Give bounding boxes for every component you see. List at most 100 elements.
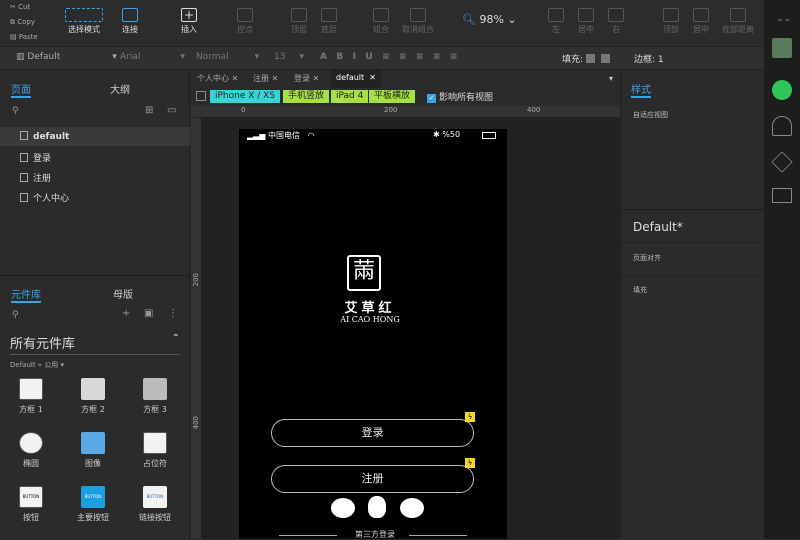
widget-ellipse[interactable]: 椭圆 — [6, 432, 56, 469]
widget-box-3[interactable]: 方框 3 — [130, 378, 180, 415]
view-iphone-x[interactable]: iPhone X / XS — [210, 90, 281, 103]
add-page-icon[interactable]: ⊞ — [145, 105, 153, 116]
chevron-down-icon: ▾ — [254, 52, 260, 62]
distribute-bottom-button[interactable]: 底部距离 — [718, 8, 758, 35]
collapse-icon[interactable]: ⌄⌄ — [776, 14, 791, 24]
align-center-button[interactable]: 居中 — [573, 8, 599, 35]
wechat-icon[interactable] — [331, 498, 355, 518]
view-ipad-4[interactable]: iPad 4 — [331, 90, 369, 103]
group-label: 组合 — [373, 25, 389, 34]
insert-button[interactable]: + 插入 — [174, 8, 204, 35]
bring-top-icon — [291, 8, 307, 22]
align-middle-button[interactable]: 居中 — [688, 8, 714, 35]
format-bar: ▥ Default ▾ Arial ▾ Normal ▾ 13 ▾ A B I U ≡ … — [0, 46, 764, 70]
widget-box-2[interactable]: 方框 2 — [68, 378, 118, 415]
tabs-menu-icon[interactable]: ▾ — [609, 74, 613, 83]
search-icon[interactable]: ⚲ — [12, 106, 19, 116]
library-select-value: 所有元件库 — [10, 337, 76, 352]
close-icon[interactable]: ✕ — [232, 74, 239, 83]
tab-default[interactable]: default ✕ — [331, 70, 381, 88]
align-right-button[interactable]: 右 — [603, 8, 629, 35]
close-icon[interactable]: ✕ — [369, 73, 376, 82]
send-bottom-button[interactable]: 底层 — [314, 8, 344, 35]
point-button[interactable]: 控点 — [230, 8, 260, 35]
register-button[interactable]: 注册 ϟ — [271, 458, 475, 493]
widget-image[interactable]: 图像 — [68, 432, 118, 469]
tab-login[interactable]: 登录 ✕ — [294, 73, 319, 84]
design-canvas[interactable]: 个人中心 ✕ 注册 ✕ 登录 ✕ default ✕ ▾ iPhone X / … — [191, 70, 620, 539]
folder-icon[interactable]: ▭ — [167, 105, 176, 116]
fill-label: 填充 — [633, 286, 647, 294]
widget-primary-button[interactable]: BUTTON 主要按钮 — [68, 486, 118, 523]
user-icon[interactable] — [772, 116, 792, 136]
close-icon[interactable]: ✕ — [272, 74, 279, 83]
align-top-button[interactable]: 顶部 — [658, 8, 684, 35]
widget-box-1[interactable]: 方框 1 — [6, 378, 56, 415]
library-menu-icon[interactable]: ▣ — [144, 308, 153, 319]
login-button[interactable]: 登录 ϟ — [271, 412, 475, 447]
zoom-select[interactable]: 🔍︎ 98% ⌄ — [462, 13, 517, 26]
qq-icon[interactable] — [368, 496, 386, 518]
widget-button[interactable]: BUTTON 按钮 — [6, 486, 56, 523]
ruler-mark: 200 — [384, 106, 398, 114]
text-style-buttons[interactable]: A B I U ≡ ≡ ≡ ≡ ≡ — [320, 52, 457, 62]
folder-icon[interactable] — [772, 188, 792, 203]
library-group[interactable]: Default » 公用 ▾ — [10, 360, 64, 370]
align-left-button[interactable]: 左 — [543, 8, 569, 35]
view-phone-portrait[interactable]: 手机竖放 — [283, 90, 330, 103]
adaptive-views-link[interactable]: 自适应视图 — [633, 110, 668, 120]
cube-icon[interactable] — [771, 151, 793, 173]
style-select[interactable]: ▥ Default ▾ — [16, 52, 117, 62]
tab-masters[interactable]: 母版 — [113, 286, 133, 301]
connect-button[interactable]: 连接 — [115, 8, 145, 35]
right-panel: 样式 自适应视图 Default* 页面对齐 填充 — [620, 70, 765, 539]
more-icon[interactable]: ⋮ — [168, 308, 178, 319]
tab-profile[interactable]: 个人中心 ✕ — [197, 73, 238, 84]
copy-button[interactable]: ⧉ Copy — [10, 18, 35, 27]
brand-name-cn: 艾草红 — [344, 301, 396, 316]
box-icon — [19, 378, 43, 400]
font-select[interactable]: Arial ▾ — [120, 52, 185, 62]
ungroup-button[interactable]: 取消组合 — [398, 8, 438, 35]
library-select[interactable]: 所有元件库 ⌃ — [10, 333, 180, 355]
left-label: 左 — [552, 25, 560, 34]
page-item-login[interactable]: 登录 — [20, 151, 51, 164]
select-mode-button[interactable]: 选择模式 — [62, 8, 106, 35]
link-button-icon: BUTTON — [143, 486, 167, 508]
view-settings-icon[interactable] — [196, 91, 206, 101]
page-item-default[interactable]: default — [20, 131, 69, 142]
select-mode-label: 选择模式 — [68, 25, 100, 34]
logo-seal: 䓣 — [347, 255, 381, 291]
phone-screen[interactable]: ▂▃▅ 中国电信 ◠ ✱ %50 䓣 艾草红 AI CAO HONG 登录 ϟ 注… — [239, 129, 507, 539]
page-item-register[interactable]: 注册 — [20, 171, 51, 184]
chat-icon[interactable] — [772, 80, 792, 100]
border-control[interactable]: 边框: 1 — [634, 52, 664, 65]
style-name[interactable]: Default* — [633, 220, 683, 234]
add-library-icon[interactable]: + — [122, 308, 130, 319]
tab-library[interactable]: 元件库 — [11, 286, 41, 303]
weibo-icon[interactable] — [400, 498, 424, 518]
widget-link-button[interactable]: BUTTON 链接按钮 — [130, 486, 180, 523]
center-label: 居中 — [578, 25, 594, 34]
widget-placeholder[interactable]: 占位符 — [130, 432, 180, 469]
tab-pages[interactable]: 页面 — [11, 81, 31, 98]
style-icon: ▥ — [16, 52, 28, 62]
bring-top-button[interactable]: 顶层 — [284, 8, 314, 35]
search-icon[interactable]: ⚲ — [12, 310, 19, 320]
avatar[interactable] — [772, 38, 792, 58]
font-value: Arial — [120, 52, 141, 62]
group-button[interactable]: 组合 — [366, 8, 396, 35]
tab-style[interactable]: 样式 — [631, 81, 651, 98]
view-tablet-landscape[interactable]: 平板横放 — [369, 90, 416, 103]
weight-select[interactable]: Normal ▾ — [196, 52, 259, 62]
paste-button[interactable]: ▤ Paste — [10, 33, 38, 41]
cut-button[interactable]: ✂ Cut — [10, 3, 30, 11]
tab-register[interactable]: 注册 ✕ — [253, 73, 278, 84]
connect-label: 连接 — [122, 25, 138, 34]
fill-control[interactable]: 填充: — [562, 52, 610, 65]
close-icon[interactable]: ✕ — [313, 74, 320, 83]
tab-outline[interactable]: 大纲 — [110, 81, 130, 96]
affect-all-views-checkbox[interactable]: ✓ 影响所有视图 — [427, 90, 493, 103]
page-item-profile[interactable]: 个人中心 — [20, 191, 69, 204]
font-size-select[interactable]: 13 ▾ — [274, 52, 304, 62]
